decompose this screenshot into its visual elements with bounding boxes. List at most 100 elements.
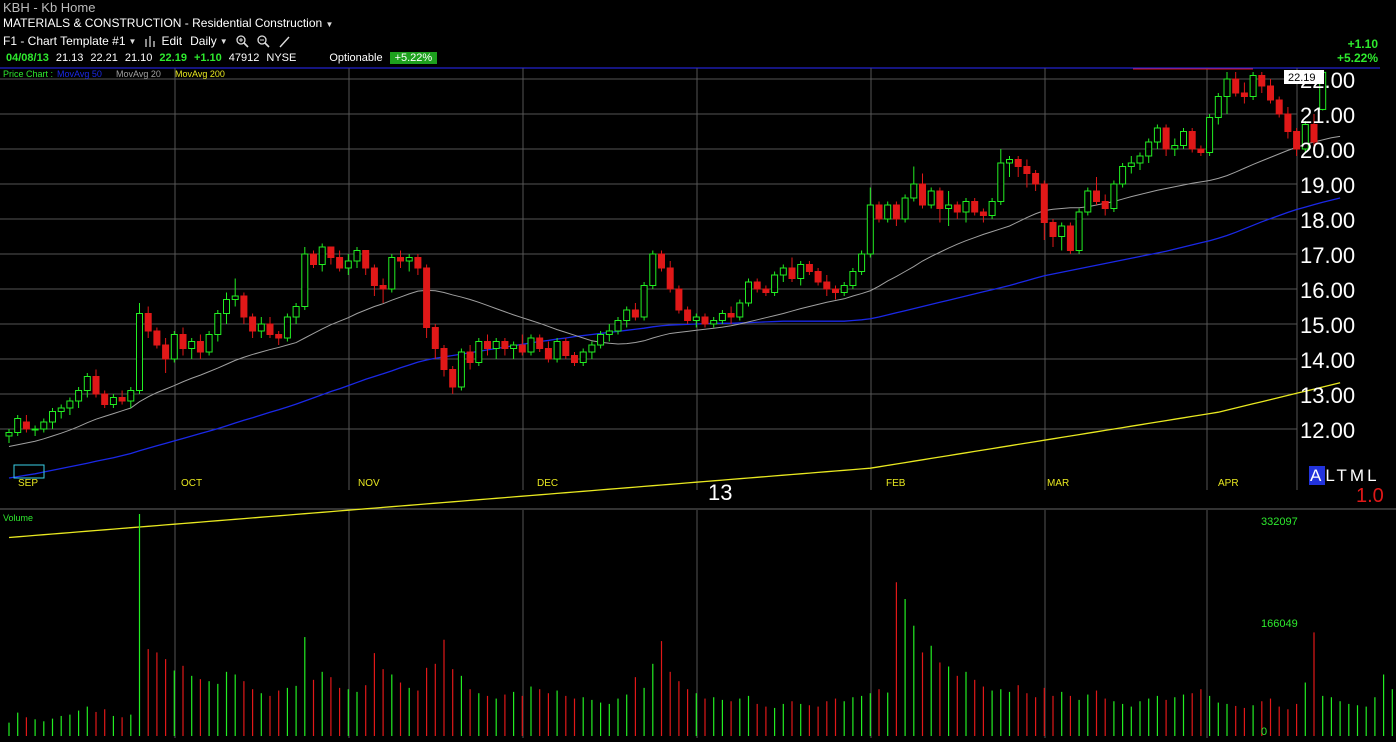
candle-down bbox=[875, 204, 883, 220]
month-label: NOV bbox=[358, 478, 380, 489]
candle-up bbox=[579, 351, 587, 363]
time-period-selector[interactable]: ALTML bbox=[1309, 466, 1380, 486]
candle-up bbox=[605, 330, 613, 335]
ma20-line bbox=[8, 135, 1341, 447]
candle-down bbox=[814, 271, 822, 283]
candle-up bbox=[257, 323, 265, 332]
candle-down bbox=[1049, 222, 1057, 237]
candle-up bbox=[901, 197, 909, 220]
candle-up bbox=[718, 313, 726, 321]
candle-down bbox=[562, 341, 570, 356]
candle-down bbox=[1267, 85, 1274, 101]
price-chart[interactable]: 22.0021.0020.0019.0018.0017.0016.0015.00… bbox=[0, 0, 1396, 742]
volume-bars bbox=[8, 514, 1393, 736]
candle-up bbox=[457, 351, 465, 388]
candle-down bbox=[1240, 92, 1248, 97]
candle-down bbox=[466, 351, 474, 363]
candle-up bbox=[840, 285, 848, 293]
y-tick-label: 21.00 bbox=[1300, 103, 1355, 128]
candle-down bbox=[1197, 148, 1205, 153]
candle-down bbox=[1101, 201, 1109, 209]
candle-down bbox=[953, 204, 961, 213]
candle-down bbox=[449, 369, 457, 388]
candle-up bbox=[1119, 166, 1127, 185]
year-label: 13 bbox=[708, 480, 733, 505]
candle-up bbox=[170, 334, 178, 360]
candle-up bbox=[49, 411, 56, 423]
candle-up bbox=[510, 344, 518, 349]
candle-up bbox=[344, 260, 352, 269]
candle-down bbox=[1284, 113, 1292, 132]
candle-down bbox=[362, 250, 370, 269]
candle-up bbox=[388, 257, 396, 290]
candle-up bbox=[292, 306, 300, 318]
candle-up bbox=[649, 253, 657, 286]
candle-down bbox=[249, 316, 257, 332]
candle-down bbox=[1023, 166, 1031, 174]
aspect-ratio-value: 1.0 bbox=[1356, 485, 1384, 507]
candle-up bbox=[1171, 145, 1179, 150]
ma200-line bbox=[8, 382, 1341, 539]
candle-down bbox=[919, 183, 926, 206]
candle-down bbox=[1162, 127, 1170, 150]
candle-down bbox=[762, 288, 770, 293]
candle-up bbox=[405, 257, 413, 262]
candle-up bbox=[75, 390, 83, 402]
candle-down bbox=[832, 288, 839, 293]
candle-down bbox=[658, 253, 665, 269]
candle-up bbox=[353, 250, 361, 262]
candle-up bbox=[205, 334, 213, 353]
volume-tick-label: 166049 bbox=[1261, 618, 1298, 630]
candle-down bbox=[414, 257, 422, 269]
legend-price-chart: Price Chart : bbox=[3, 69, 53, 79]
month-label: APR bbox=[1218, 478, 1239, 489]
candle-down bbox=[92, 376, 100, 395]
candle-up bbox=[188, 341, 196, 349]
candle-down bbox=[484, 341, 491, 349]
candle-down bbox=[501, 341, 509, 349]
last-price-tag: 22.19 bbox=[1288, 72, 1316, 84]
candle-down bbox=[936, 190, 944, 209]
candle-up bbox=[223, 299, 230, 314]
candle-down bbox=[397, 257, 404, 262]
candle-down bbox=[101, 393, 109, 405]
candle-up bbox=[945, 204, 953, 209]
candle-up bbox=[779, 267, 787, 276]
candle-down bbox=[1032, 173, 1040, 185]
candle-down bbox=[179, 334, 187, 349]
candle-up bbox=[1223, 78, 1231, 97]
candle-down bbox=[518, 344, 526, 353]
ma20-series bbox=[8, 135, 1341, 447]
candle-down bbox=[336, 257, 344, 269]
candle-up bbox=[83, 376, 91, 391]
tml-letter-a[interactable]: A bbox=[1309, 466, 1326, 485]
candle-up bbox=[997, 162, 1005, 202]
month-label: DEC bbox=[537, 478, 558, 489]
candle-down bbox=[788, 267, 796, 279]
month-label: SEP bbox=[18, 478, 38, 489]
y-tick-label: 19.00 bbox=[1300, 173, 1355, 198]
y-tick-label: 13.00 bbox=[1300, 383, 1355, 408]
candle-down bbox=[240, 295, 248, 318]
candle-up bbox=[301, 253, 309, 307]
candle-up bbox=[214, 313, 222, 335]
y-tick-label: 12.00 bbox=[1300, 418, 1355, 443]
candle-up bbox=[40, 421, 48, 430]
tml-letters-rest[interactable]: LTML bbox=[1325, 466, 1379, 485]
candle-down bbox=[536, 337, 544, 349]
volume-axis: 332097 166049 0 bbox=[1261, 516, 1298, 738]
candle-down bbox=[22, 421, 30, 430]
candle-up bbox=[927, 190, 935, 206]
candle-up bbox=[1136, 155, 1144, 164]
candle-down bbox=[327, 246, 335, 258]
candle-up bbox=[849, 271, 857, 286]
candle-up bbox=[318, 246, 326, 265]
candle-down bbox=[118, 397, 126, 402]
candle-up bbox=[1127, 162, 1135, 167]
candle-up bbox=[1180, 131, 1187, 146]
candle-up bbox=[527, 337, 535, 353]
candle-up bbox=[553, 341, 561, 360]
candle-down bbox=[971, 201, 979, 213]
candle-down bbox=[666, 267, 674, 290]
candle-down bbox=[892, 204, 900, 220]
